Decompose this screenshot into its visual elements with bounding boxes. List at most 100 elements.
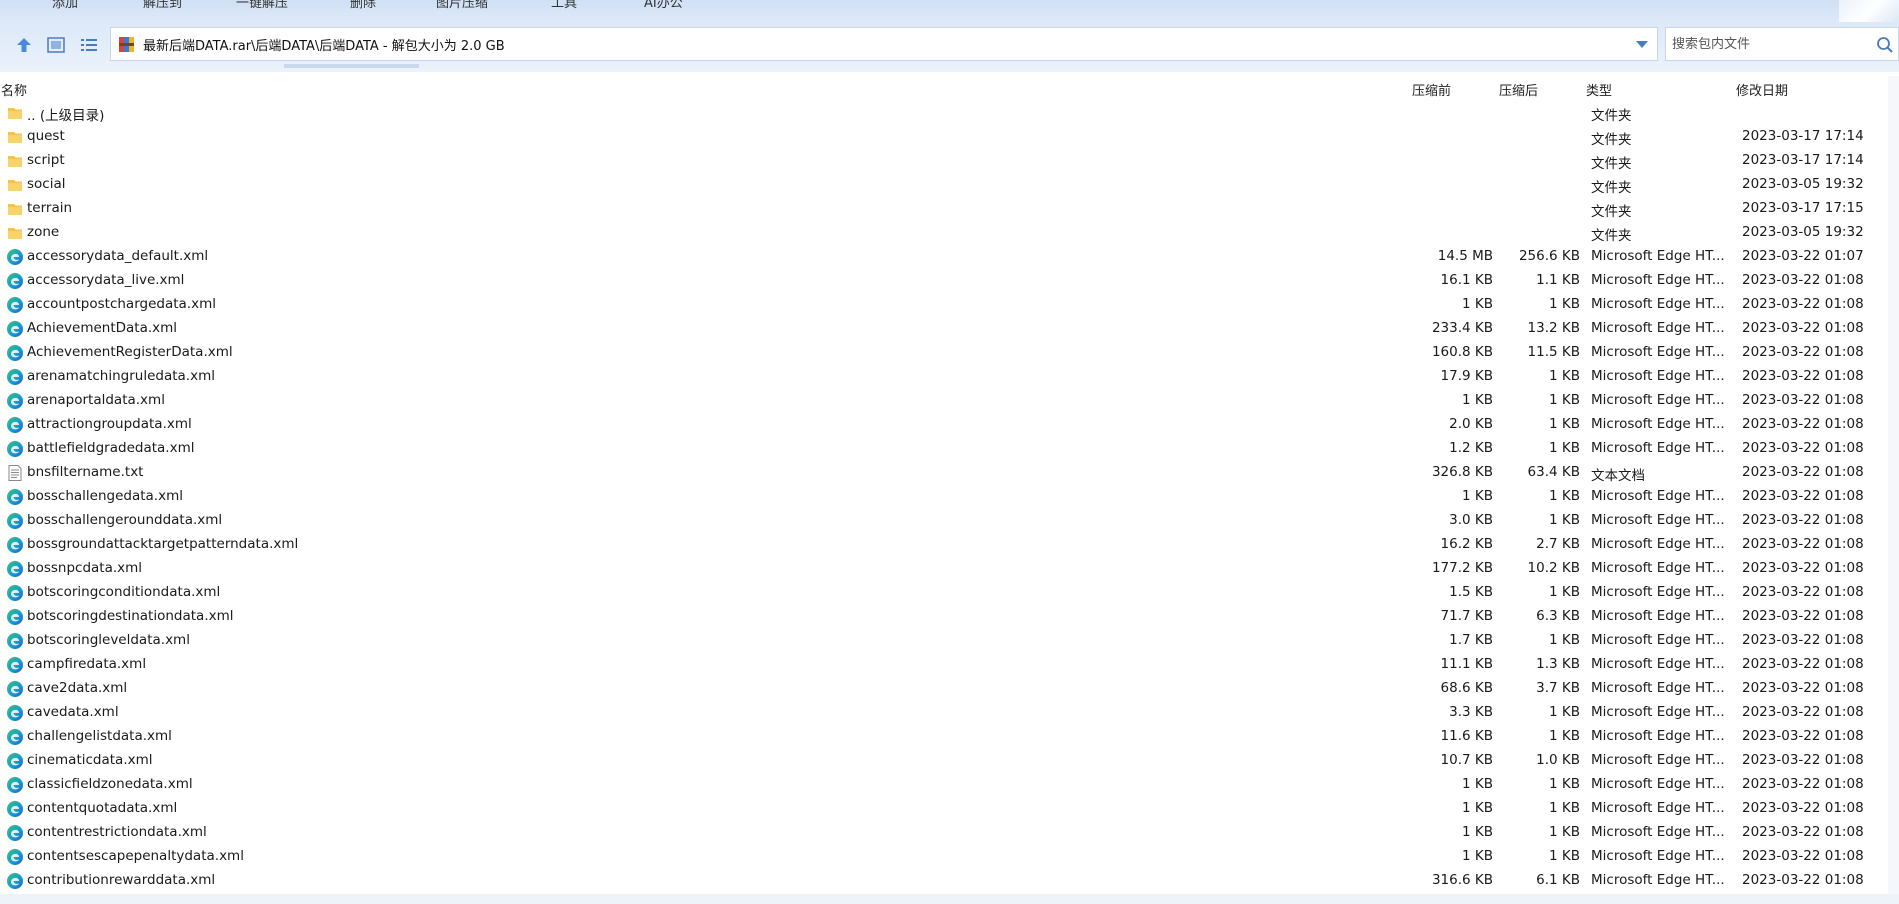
file-row[interactable]: bossnpcdata.xml 177.2 KB 10.2 KB Microsoft … <box>0 557 1899 581</box>
column-packed-size[interactable]: 压缩前 <box>1412 80 1451 99</box>
search-input[interactable] <box>1670 35 1874 53</box>
file-row[interactable]: bnsfiltername.txt 326.8 KB 63.4 KB 文本文档 2023… <box>0 461 1899 485</box>
edge-html-icon <box>6 272 24 290</box>
modified-date: 2023-03-22 01:08 <box>1742 608 1864 624</box>
file-type: Microsoft Edge HT... <box>1591 416 1725 432</box>
unpacked-size: 6.1 KB <box>1536 872 1580 888</box>
file-row[interactable]: terrain 文件夹 2023-03-17 17:15 <box>0 197 1899 221</box>
toolbar-item[interactable]: AI办公 <box>644 0 683 11</box>
edge-html-icon <box>6 488 24 506</box>
file-type: 文件夹 <box>1591 228 1632 244</box>
file-row[interactable]: zone 文件夹 2023-03-05 19:32 <box>0 221 1899 245</box>
modified-date: 2023-03-22 01:08 <box>1742 584 1864 600</box>
file-row[interactable]: battlefieldgradedata.xml 1.2 KB 1 KB Micros… <box>0 437 1899 461</box>
file-row[interactable]: AchievementData.xml 233.4 KB 13.2 KB Micros… <box>0 317 1899 341</box>
file-row[interactable]: attractiongroupdata.xml 2.0 KB 1 KB Microso… <box>0 413 1899 437</box>
view-thumbnail-button[interactable] <box>45 34 67 56</box>
file-name: botscoringdestinationdata.xml <box>27 608 234 624</box>
file-row[interactable]: botscoringdestinationdata.xml 71.7 KB 6.3 … <box>0 605 1899 629</box>
file-row[interactable]: classicfieldzonedata.xml 1 KB 1 KB Microsof… <box>0 773 1899 797</box>
file-row[interactable]: arenamatchingruledata.xml 17.9 KB 1 KB Micr… <box>0 365 1899 389</box>
path-field[interactable]: 最新后端DATA.rar\后端DATA\后端DATA - 解包大小为 2.0 G… <box>110 27 1658 61</box>
file-row[interactable]: arenaportaldata.xml 1 KB 1 KB Microsoft Edg… <box>0 389 1899 413</box>
toolbar-item[interactable]: 工具 <box>551 0 577 11</box>
file-row[interactable]: cinematicdata.xml 10.7 KB 1.0 KB Microsoft … <box>0 749 1899 773</box>
file-row[interactable]: AchievementRegisterData.xml 160.8 KB 11.5 … <box>0 341 1899 365</box>
archive-icon <box>119 37 134 52</box>
file-row[interactable]: .. (上级目录) 文件夹 <box>0 101 1899 125</box>
file-row[interactable]: accountpostchargedata.xml 1 KB 1 KB Microso… <box>0 293 1899 317</box>
file-row[interactable]: contributionrewarddata.xml 316.6 KB 6.1 KB… <box>0 869 1899 893</box>
unpacked-size: 1 KB <box>1549 728 1580 744</box>
modified-date: 2023-03-22 01:08 <box>1742 680 1864 696</box>
view-list-button[interactable] <box>78 34 100 56</box>
column-modified-date[interactable]: 修改日期 <box>1736 80 1788 99</box>
scrollbar[interactable] <box>1888 76 1899 894</box>
path-dropdown-button[interactable] <box>1633 36 1651 54</box>
packed-size: 11.6 KB <box>1440 728 1493 744</box>
file-row[interactable]: bosschallengedata.xml 1 KB 1 KB Microsoft E… <box>0 485 1899 509</box>
packed-size: 68.6 KB <box>1440 680 1493 696</box>
toolbar-item[interactable]: 添加 <box>52 0 78 11</box>
edge-html-icon <box>6 728 24 746</box>
up-level-button[interactable] <box>13 34 35 56</box>
packed-size: 14.5 MB <box>1437 248 1493 264</box>
modified-date: 2023-03-22 01:08 <box>1742 344 1864 360</box>
file-name: bossnpcdata.xml <box>27 560 143 576</box>
packed-size: 11.1 KB <box>1440 656 1493 672</box>
file-row[interactable]: script 文件夹 2023-03-17 17:14 <box>0 149 1899 173</box>
file-type: Microsoft Edge HT... <box>1591 344 1725 360</box>
toolbar-item[interactable]: 一键解压 <box>236 0 288 11</box>
file-row[interactable]: challengelistdata.xml 11.6 KB 1 KB Microsof… <box>0 725 1899 749</box>
edge-html-icon <box>6 440 24 458</box>
search-button[interactable] <box>1876 36 1894 54</box>
unpacked-size: 1 KB <box>1549 824 1580 840</box>
modified-date: 2023-03-22 01:08 <box>1742 776 1864 792</box>
modified-date: 2023-03-22 01:08 <box>1742 800 1864 816</box>
file-row[interactable]: cavedata.xml 3.3 KB 1 KB Microsoft Edge HT.… <box>0 701 1899 725</box>
unpacked-size: 13.2 KB <box>1527 320 1580 336</box>
file-row[interactable]: contentsescapepenaltydata.xml 1 KB 1 KB Mic… <box>0 845 1899 869</box>
file-row[interactable]: cave2data.xml 68.6 KB 3.7 KB Microsoft Edge… <box>0 677 1899 701</box>
toolbar-item[interactable]: 解压到 <box>143 0 182 11</box>
packed-size: 3.0 KB <box>1449 512 1493 528</box>
file-row[interactable]: contentquotadata.xml 1 KB 1 KB Microsoft Ed… <box>0 797 1899 821</box>
packed-size: 1 KB <box>1462 824 1493 840</box>
file-row[interactable]: bossgroundattacktargetpatterndata.xml 16.… <box>0 533 1899 557</box>
packed-size: 177.2 KB <box>1431 560 1493 576</box>
edge-html-icon <box>6 800 24 818</box>
file-row[interactable]: bosschallengerounddata.xml 3.0 KB 1 KB Micr… <box>0 509 1899 533</box>
file-row[interactable]: botscoringconditiondata.xml 1.5 KB 1 KB Mic… <box>0 581 1899 605</box>
packed-size: 1 KB <box>1462 848 1493 864</box>
file-row[interactable]: botscoringleveldata.xml 1.7 KB 1 KB Microso… <box>0 629 1899 653</box>
file-row[interactable]: contentrestrictiondata.xml 1 KB 1 KB Micros… <box>0 821 1899 845</box>
file-row[interactable]: quest 文件夹 2023-03-17 17:14 <box>0 125 1899 149</box>
modified-date: 2023-03-22 01:08 <box>1742 704 1864 720</box>
toolbar-decoration <box>1839 0 1899 22</box>
file-name: arenaportaldata.xml <box>27 392 165 408</box>
file-name: quest <box>27 128 65 144</box>
toolbar-item[interactable]: 删除 <box>350 0 376 11</box>
edge-html-icon <box>6 536 24 554</box>
file-name: botscoringleveldata.xml <box>27 632 190 648</box>
file-row[interactable]: accessorydata_live.xml 16.1 KB 1.1 KB Micro… <box>0 269 1899 293</box>
search-box[interactable] <box>1665 27 1899 61</box>
file-type: Microsoft Edge HT... <box>1591 272 1725 288</box>
column-unpacked-size[interactable]: 压缩后 <box>1499 80 1538 99</box>
file-row[interactable]: campfiredata.xml 11.1 KB 1.3 KB Microsoft E… <box>0 653 1899 677</box>
toolbar-item[interactable]: 图片压缩 <box>436 0 488 11</box>
file-name: cave2data.xml <box>27 680 128 696</box>
file-type: 文件夹 <box>1591 156 1632 172</box>
unpacked-size: 63.4 KB <box>1527 464 1580 480</box>
file-type: Microsoft Edge HT... <box>1591 704 1725 720</box>
file-name: .. (上级目录) <box>27 108 105 124</box>
file-type: Microsoft Edge HT... <box>1591 296 1725 312</box>
file-name: challengelistdata.xml <box>27 728 172 744</box>
file-row[interactable]: accessorydata_default.xml 14.5 MB 256.6 KB… <box>0 245 1899 269</box>
folder-icon <box>6 176 24 194</box>
column-name[interactable]: 名称 <box>1 80 27 99</box>
file-row[interactable]: social 文件夹 2023-03-05 19:32 <box>0 173 1899 197</box>
column-type[interactable]: 类型 <box>1586 80 1612 99</box>
unpacked-size: 1 KB <box>1549 368 1580 384</box>
modified-date: 2023-03-22 01:08 <box>1742 368 1864 384</box>
